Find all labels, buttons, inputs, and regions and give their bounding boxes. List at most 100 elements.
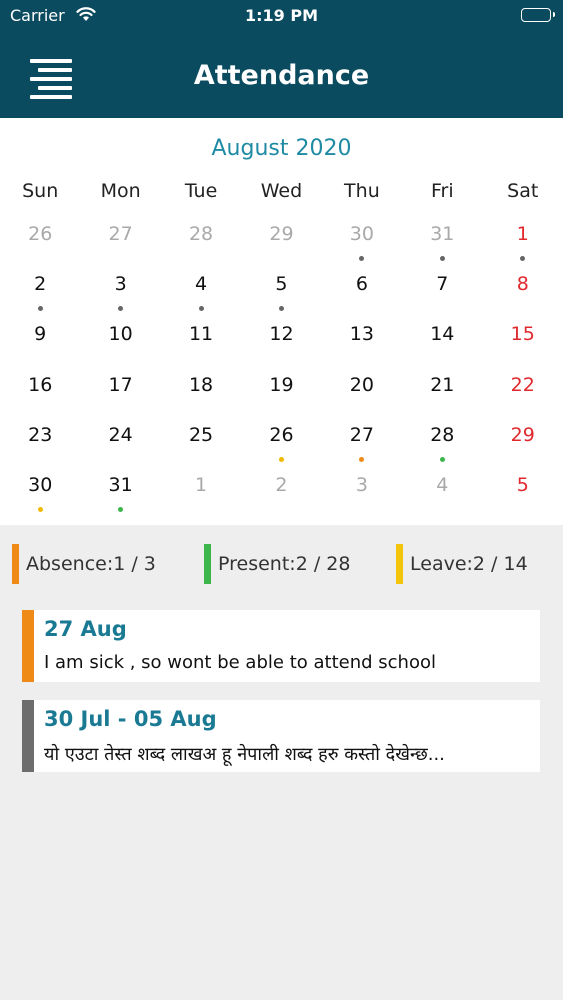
calendar-day[interactable]: 5 [241,272,321,322]
calendar-day[interactable]: 31 [402,222,482,272]
calendar-day[interactable]: 28 [402,423,482,473]
calendar-day[interactable]: 13 [322,322,402,372]
day-number: 5 [516,473,529,496]
calendar-day[interactable]: 23 [0,423,80,473]
calendar: August 2020 Sun Mon Tue Wed Thu Fri Sat … [0,118,563,525]
day-number: 6 [355,273,368,296]
day-number: 11 [188,323,214,346]
day-number: 17 [108,373,133,396]
calendar-day[interactable]: 29 [483,423,563,473]
attendance-dot [118,506,124,512]
weekday-label: Sun [22,180,59,202]
leave-label: Leave:2 / 14 [410,553,528,575]
attendance-dot [118,306,124,312]
calendar-day[interactable]: 3 [80,272,160,322]
record-card[interactable]: 30 Jul - 05 Aug यो एउटा तेस्त शब्द लाखअ … [22,700,540,772]
calendar-day[interactable]: 20 [322,373,402,423]
calendar-day[interactable]: 1 [483,222,563,272]
calendar-day[interactable]: 26 [0,222,80,272]
calendar-day[interactable]: 5 [483,473,563,523]
day-number: 29 [510,423,535,446]
calendar-day[interactable]: 17 [80,373,160,423]
day-number: 2 [275,473,288,496]
day-number: 27 [349,423,374,446]
page-title: Attendance [193,60,370,91]
record-message: I am sick , so wont be able to attend sc… [44,652,436,673]
attendance-dot [278,306,284,312]
absence-label: Absence:1 / 3 [26,553,156,575]
calendar-week: 16 17 18 19 20 21 22 [0,373,563,423]
calendar-day[interactable]: 4 [402,473,482,523]
calendar-day[interactable]: 27 [80,222,160,272]
weekday-header: Sun Mon Tue Wed Thu Fri Sat [0,180,563,204]
day-number: 23 [28,423,53,446]
calendar-day[interactable]: 4 [161,272,241,322]
weekday-label: Sat [507,180,539,202]
record-status-stripe [22,700,34,772]
day-number: 28 [430,423,455,446]
attendance-dot [359,256,365,261]
calendar-day[interactable]: 1 [161,473,241,523]
weekday-label: Fri [431,180,454,202]
clock: 1:19 PM [244,6,318,25]
calendar-day[interactable]: 10 [80,322,160,372]
day-number: 18 [188,373,214,396]
day-number: 8 [516,273,529,296]
calendar-day[interactable]: 29 [241,222,321,272]
day-number: 26 [269,423,294,446]
calendar-day[interactable]: 6 [322,272,402,322]
calendar-day[interactable]: 24 [80,423,160,473]
calendar-day[interactable]: 15 [483,322,563,372]
day-number: 22 [510,373,535,396]
calendar-day[interactable]: 14 [402,322,482,372]
calendar-week: 9 10 11 12 13 14 15 [0,322,563,372]
month-label: August 2020 [211,136,352,161]
calendar-day[interactable]: 21 [402,373,482,423]
calendar-day[interactable]: 18 [161,373,241,423]
day-number: 27 [108,223,133,245]
record-card[interactable]: 27 Aug I am sick , so wont be able to at… [22,610,540,682]
day-number: 25 [188,423,214,446]
attendance-dot [37,506,43,512]
day-number: 4 [195,273,208,296]
status-bar: Carrier 1:19 PM [0,6,563,28]
day-number: 19 [269,373,294,396]
record-date: 30 Jul - 05 Aug [44,707,217,731]
weekday-label: Tue [184,180,218,202]
weekday-label: Mon [100,180,141,202]
calendar-day[interactable]: 11 [161,322,241,372]
calendar-day[interactable]: 31 [80,473,160,523]
calendar-week: 30 31 1 2 3 4 5 [0,473,563,523]
record-status-stripe [22,610,34,682]
calendar-week: 2 3 4 5 6 7 8 [0,272,563,322]
calendar-day[interactable]: 26 [241,423,321,473]
attendance-dot [359,456,365,462]
calendar-week: 23 24 25 26 27 28 29 [0,423,563,473]
calendar-day[interactable]: 19 [241,373,321,423]
calendar-day[interactable]: 2 [0,272,80,322]
calendar-day[interactable]: 22 [483,373,563,423]
calendar-day[interactable]: 30 [322,222,402,272]
calendar-day[interactable]: 8 [483,272,563,322]
day-number: 28 [188,223,214,245]
absence-color-bar [12,544,19,584]
attendance-dot [278,456,284,462]
calendar-day[interactable]: 9 [0,322,80,372]
calendar-day[interactable]: 28 [161,222,241,272]
calendar-day[interactable]: 27 [322,423,402,473]
calendar-day[interactable]: 16 [0,373,80,423]
day-number: 7 [436,273,449,296]
record-date: 27 Aug [44,617,127,641]
calendar-day[interactable]: 12 [241,322,321,372]
attendance-records: 27 Aug I am sick , so wont be able to at… [22,610,540,790]
calendar-day[interactable]: 2 [241,473,321,523]
day-number: 3 [355,473,368,496]
calendar-day[interactable]: 25 [161,423,241,473]
record-message: यो एउटा तेस्त शब्द लाखअ हू नेपाली शब्द ह… [44,744,445,765]
calendar-day[interactable]: 7 [402,272,482,322]
app-header: Carrier 1:19 PM Attendance [0,0,563,118]
present-label: Present:2 / 28 [218,553,351,575]
attendance-dot [439,256,445,261]
calendar-day[interactable]: 3 [322,473,402,523]
calendar-day[interactable]: 30 [0,473,80,523]
